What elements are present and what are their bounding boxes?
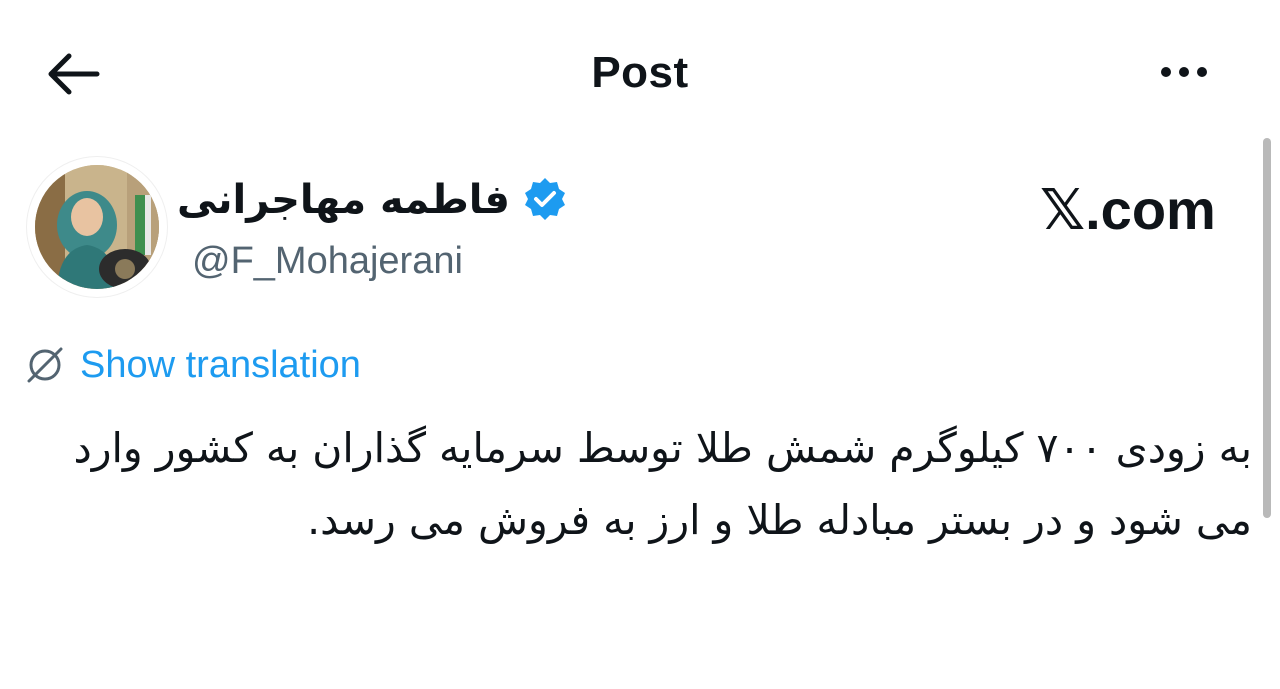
show-translation-button[interactable]: Show translation <box>22 338 361 392</box>
verified-badge-icon <box>525 178 565 220</box>
post-body-text: به زودی ۷۰۰ کیلوگرم شمش طلا توسط سرمایه … <box>73 424 1252 544</box>
avatar-image <box>35 165 159 289</box>
globe-slash-icon <box>27 347 63 383</box>
post-page: Post فاطمه مهاجرانی @F_Mohajerani 𝕏.com … <box>0 0 1280 689</box>
x-com-watermark: 𝕏.com <box>1040 178 1216 241</box>
more-dot <box>1197 67 1207 77</box>
show-translation-label: Show translation <box>80 343 361 386</box>
author-display-name[interactable]: فاطمه مهاجرانی <box>177 172 510 228</box>
more-horizontal-icon <box>1161 67 1171 77</box>
more-dot <box>1179 67 1189 77</box>
avatar <box>35 165 159 289</box>
top-bar: Post <box>0 0 1280 140</box>
page-title: Post <box>591 48 689 97</box>
more-options-button[interactable] <box>1148 50 1220 94</box>
author-handle[interactable]: @F_Mohajerani <box>192 236 463 286</box>
scrollbar[interactable] <box>1263 138 1271 518</box>
author-avatar-button[interactable] <box>27 157 167 297</box>
